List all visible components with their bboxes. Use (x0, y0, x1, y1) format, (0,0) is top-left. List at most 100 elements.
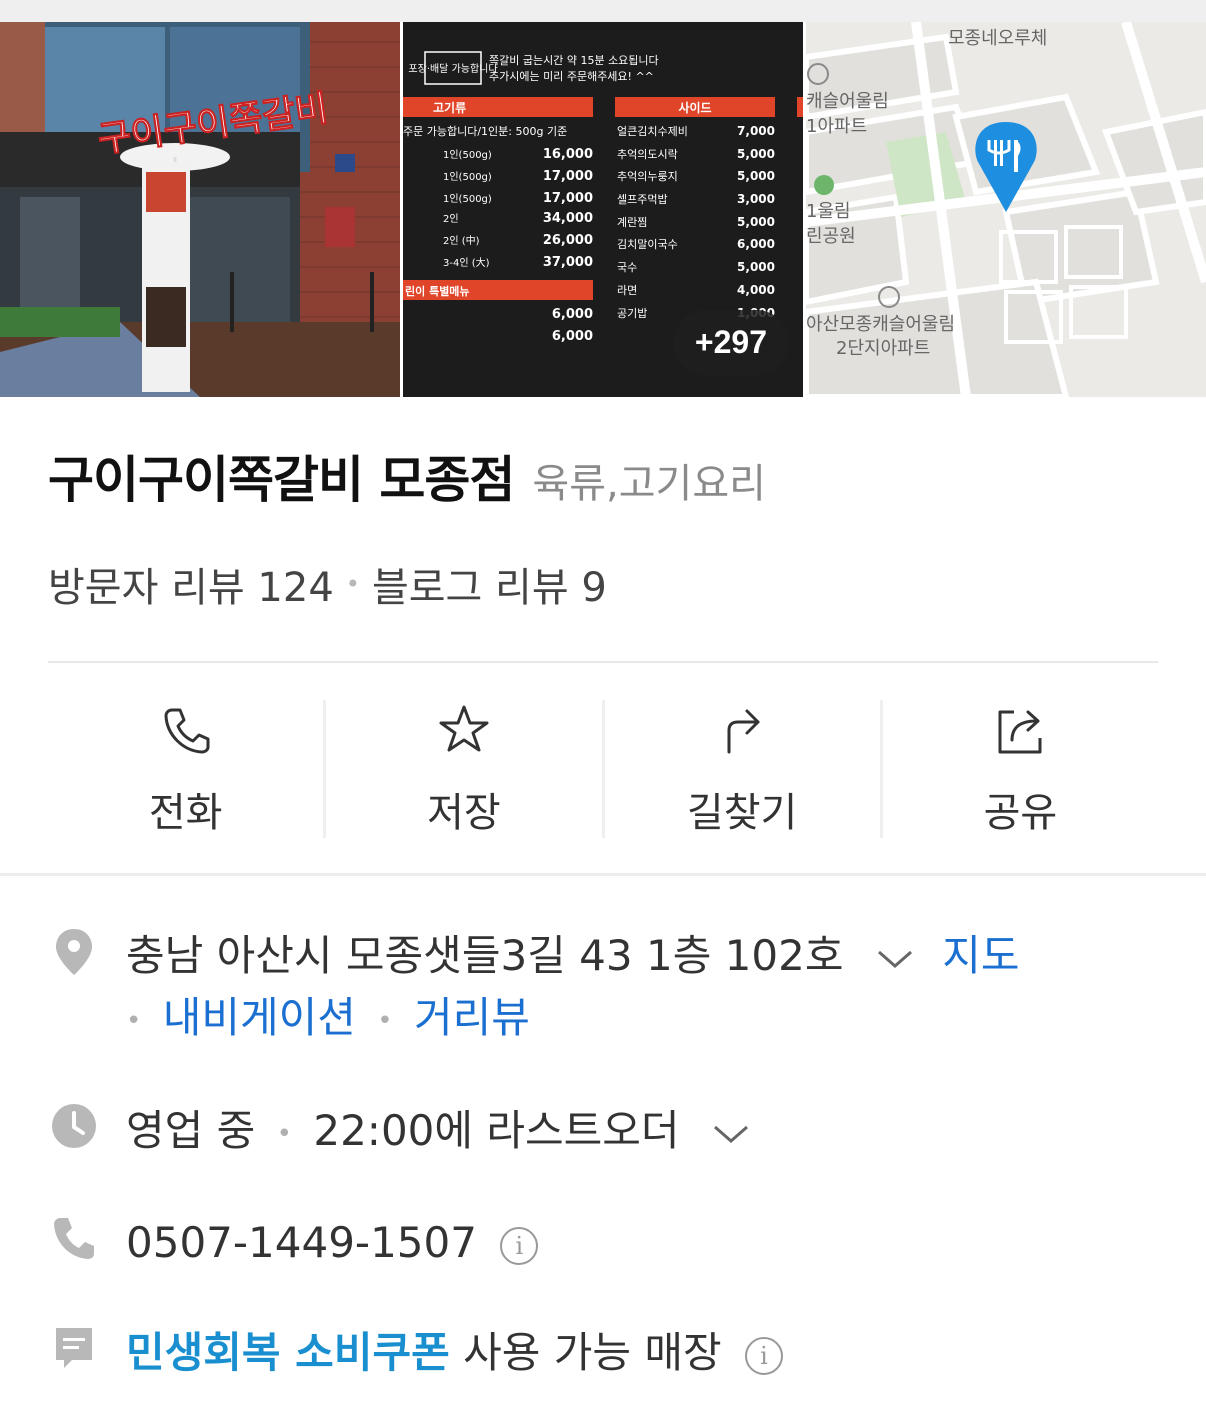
divider (48, 661, 1158, 663)
hours-row[interactable]: 영업 중 • 22:00에 라스트오더 (48, 1100, 751, 1165)
chevron-down-icon[interactable] (711, 1119, 751, 1149)
map-label: 모종네오루체 (948, 28, 1047, 49)
star-icon (439, 705, 489, 752)
call-label: 전화 (148, 790, 223, 836)
meat-item-price: 17,000 (543, 191, 593, 206)
side-item-name: 공기밥 (617, 307, 647, 320)
meat-item-name: 1인(500g) (443, 171, 492, 183)
meat-item-name: 3-4인 (大) (443, 256, 490, 269)
action-bar: 전화 저장 길찾기 공유 (48, 700, 1158, 838)
map-label: 캐슬어울림 (806, 91, 889, 112)
meat-item-price: 26,000 (543, 233, 593, 248)
address-block: 충남 아산시 모종샛들3길 43 1층 102호 지도 • 내비게이션 • 거리… (126, 925, 1020, 1052)
side-item-price: 5,000 (737, 215, 775, 229)
place-category: 육류,고기요리 (532, 461, 766, 507)
side-item-name: 추억의누룽지 (617, 170, 678, 183)
side-item-name: 얼큰김치수제비 (617, 124, 688, 138)
special-price: 6,000 (552, 329, 593, 344)
place-title-row: 구이구이쪽갈비 모종점 육류,고기요리 (48, 440, 766, 512)
photo-gallery: 구이구이쪽갈비 포장·배달 가능합니다 쪽갈비 굽는시간 약 15분 소요됩니다… (0, 22, 1206, 397)
meat-item-price: 16,000 (543, 147, 593, 162)
meat-item-price: 17,000 (543, 169, 593, 184)
phone-number[interactable]: 0507-1449-1507 (126, 1218, 477, 1267)
map-label: 1울림 (806, 201, 851, 222)
meat-item-name: 2인 (443, 213, 459, 225)
phone-row[interactable]: 0507-1449-1507 i (48, 1212, 539, 1274)
side-item-price: 3,000 (737, 192, 775, 206)
clock-icon (52, 1104, 96, 1148)
info-icon[interactable]: i (745, 1336, 784, 1375)
storefront-photo[interactable]: 구이구이쪽갈비 (0, 22, 400, 397)
review-counts: 방문자 리뷰 124 • 블로그 리뷰 9 (48, 555, 607, 613)
phone-icon (54, 1218, 94, 1259)
directions-label: 길찾기 (686, 790, 798, 836)
meat-item-name: 1인(500g) (443, 193, 492, 205)
share-button[interactable]: 공유 (883, 700, 1158, 838)
menu-meat-header: 고기류 (433, 100, 466, 115)
menu-notice-line1: 쪽갈비 굽는시간 약 15분 소요됩니다 (489, 53, 659, 67)
meat-item-name: 1인(500g) (443, 149, 492, 161)
menu-side-header: 사이드 (678, 100, 711, 115)
meat-item-name: 2인 (中) (443, 234, 480, 247)
phone-icon (164, 708, 210, 754)
special-price: 6,000 (552, 307, 593, 322)
map-label: 2단지아파트 (836, 338, 930, 359)
hours-status: 영업 중 (126, 1106, 256, 1155)
menu-notice-line2: 추가시에는 미리 주문해주세요! ^^ (489, 69, 654, 83)
side-item-name: 국수 (617, 261, 637, 274)
more-photos-badge[interactable]: +297 (672, 310, 789, 375)
side-item-price: 6,000 (737, 237, 775, 251)
streetview-link[interactable]: 거리뷰 (414, 993, 530, 1042)
save-button[interactable]: 저장 (326, 700, 605, 838)
map-illustration: 모종네오루체 캐슬어울림 1아파트 1울림 린공원 아산모종캐슬어울림 2단지아… (806, 22, 1206, 397)
storefront-illustration: 구이구이쪽갈비 (0, 22, 400, 397)
map-link[interactable]: 지도 (942, 931, 1019, 980)
chevron-down-icon[interactable] (875, 944, 915, 974)
save-label: 저장 (427, 790, 501, 836)
call-button[interactable]: 전화 (48, 700, 327, 838)
side-item-name: 추억의도시락 (617, 148, 678, 161)
menu-meat-note: 주문 가능합니다/1인분: 500g 기준 (403, 125, 567, 138)
directions-icon (727, 709, 760, 754)
directions-button[interactable]: 길찾기 (605, 700, 883, 838)
menu-photo[interactable]: 포장·배달 가능합니다 쪽갈비 굽는시간 약 15분 소요됩니다 추가시에는 미… (403, 22, 803, 397)
side-item-price: 4,000 (737, 283, 775, 297)
side-item-name: 김치말이국수 (617, 238, 678, 251)
side-item-name: 셀프주먹밥 (617, 193, 668, 206)
side-item-name: 계란찜 (617, 216, 647, 229)
coupon-row: 민생회복 소비쿠폰 사용 가능 매장 i (48, 1322, 784, 1384)
map-label: 1아파트 (806, 116, 867, 137)
coupon-text: 사용 가능 매장 (463, 1328, 722, 1377)
side-item-price: 5,000 (737, 169, 775, 183)
meat-item-price: 34,000 (543, 211, 593, 226)
meat-item-price: 37,000 (543, 255, 593, 270)
side-item-price: 5,000 (737, 260, 775, 274)
side-item-price: 5,000 (737, 147, 775, 161)
address-row: 충남 아산시 모종샛들3길 43 1층 102호 지도 • 내비게이션 • 거리… (48, 925, 1020, 1052)
location-pin-icon (56, 929, 92, 975)
map-thumbnail[interactable]: 모종네오루체 캐슬어울림 1아파트 1울림 린공원 아산모종캐슬어울림 2단지아… (806, 22, 1206, 397)
coupon-highlight: 민생회복 소비쿠폰 (126, 1328, 450, 1377)
info-icon[interactable]: i (500, 1226, 539, 1265)
coupon-icon (56, 1328, 92, 1368)
navigation-link[interactable]: 내비게이션 (163, 993, 356, 1042)
menu-special-header: 린이 특별메뉴 (405, 284, 470, 298)
share-icon (998, 710, 1042, 754)
map-label: 린공원 (806, 226, 856, 247)
share-label: 공유 (983, 790, 1058, 836)
top-strip (0, 0, 1206, 22)
map-label: 아산모종캐슬어울림 (806, 314, 955, 335)
separator-dot: • (345, 570, 360, 598)
menu-notice-badge: 포장·배달 가능합니다 (408, 63, 497, 75)
side-item-price: 7,000 (737, 124, 775, 138)
visitor-reviews-link[interactable]: 방문자 리뷰 124 (48, 555, 334, 613)
side-item-name: 라면 (617, 284, 637, 297)
separator-dot: • (276, 1118, 292, 1149)
separator-dot: • (377, 1005, 393, 1036)
hours-detail: 22:00에 라스트오더 (313, 1106, 680, 1155)
section-divider (0, 873, 1206, 876)
place-name: 구이구이쪽갈비 모종점 (48, 451, 515, 509)
blog-reviews-link[interactable]: 블로그 리뷰 9 (372, 555, 607, 613)
separator-dot: • (126, 1005, 142, 1036)
address-text: 충남 아산시 모종샛들3길 43 1층 102호 (126, 931, 844, 980)
